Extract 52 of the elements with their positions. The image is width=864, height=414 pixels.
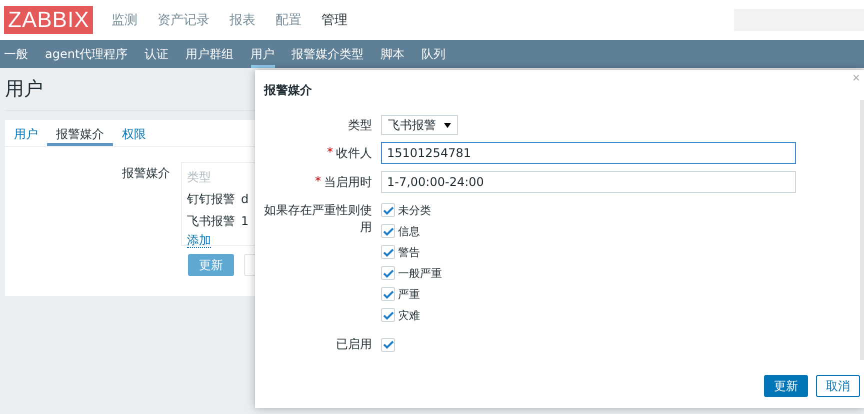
checkbox-label: 信息 xyxy=(398,224,420,238)
checkbox-label: 灾难 xyxy=(398,308,420,322)
update-button[interactable]: 更新 xyxy=(764,375,808,397)
input-field[interactable]: 1-7,00:00-24:00 xyxy=(381,171,796,193)
tab[interactable]: 权限 xyxy=(113,120,155,146)
add-link[interactable]: 添加 xyxy=(187,233,211,248)
menu-item[interactable]: 报表 xyxy=(229,11,256,29)
checkbox[interactable] xyxy=(381,203,395,217)
checkbox[interactable] xyxy=(381,287,395,301)
field-label: 收件人 xyxy=(336,144,372,162)
checkbox-label: 一般严重 xyxy=(398,266,442,280)
sub-menu-item[interactable]: agent代理程序 xyxy=(45,40,128,68)
field-label: 当启用时 xyxy=(324,174,372,190)
menu-item[interactable]: 资产记录 xyxy=(157,11,210,29)
required-mark: * xyxy=(315,174,321,190)
dialog-title: 报警媒介 xyxy=(264,82,312,99)
column-header: 类型 xyxy=(187,168,211,186)
sub-menu-item[interactable]: 一般 xyxy=(4,40,28,68)
sub-menu-item[interactable]: 队列 xyxy=(422,40,446,68)
field-label: 如果存在严重性则使用 xyxy=(263,202,372,236)
sub-menu-item[interactable]: 用户群组 xyxy=(186,40,234,68)
required-mark: * xyxy=(327,144,333,160)
input-field[interactable]: 15101254781 xyxy=(381,142,796,164)
checkbox[interactable] xyxy=(381,338,395,352)
menu-item[interactable]: 监测 xyxy=(111,11,138,29)
checkbox-label: 未分类 xyxy=(398,202,431,218)
menu-item[interactable]: 配置 xyxy=(275,11,302,29)
table-cell: 1 xyxy=(241,214,249,228)
cancel-button[interactable]: 取消 xyxy=(816,375,860,397)
tab[interactable]: 报警媒介 xyxy=(47,120,113,146)
sub-menu-item[interactable]: 报警媒介类型 xyxy=(292,40,364,68)
sub-menu-item[interactable]: 脚本 xyxy=(380,40,405,68)
table-cell: 钉钉报警 xyxy=(187,190,235,208)
update-button[interactable]: 更新 xyxy=(188,254,234,276)
close-button[interactable]: × xyxy=(850,70,862,85)
checkbox-label: 严重 xyxy=(398,286,420,302)
sub-menu-item[interactable]: 认证 xyxy=(144,40,169,68)
field-label: 报警媒介 xyxy=(121,165,171,182)
checkbox[interactable] xyxy=(381,245,395,259)
menu-item[interactable]: 管理 xyxy=(321,11,348,29)
table-cell: 飞书报警 xyxy=(187,212,235,230)
checkbox[interactable] xyxy=(381,266,395,280)
caret-icon xyxy=(444,122,451,128)
checkbox[interactable] xyxy=(381,308,395,322)
type-select[interactable]: 飞书报警 xyxy=(381,115,458,135)
checkbox[interactable] xyxy=(381,224,395,238)
zabbix-logo[interactable]: ZABBIX xyxy=(4,6,94,34)
checkbox-label: 警告 xyxy=(398,244,420,260)
table-cell: d xyxy=(241,192,249,206)
tab[interactable]: 用户 xyxy=(5,120,47,146)
field-label: 已启用 xyxy=(336,336,372,353)
field-label: 类型 xyxy=(348,116,372,134)
